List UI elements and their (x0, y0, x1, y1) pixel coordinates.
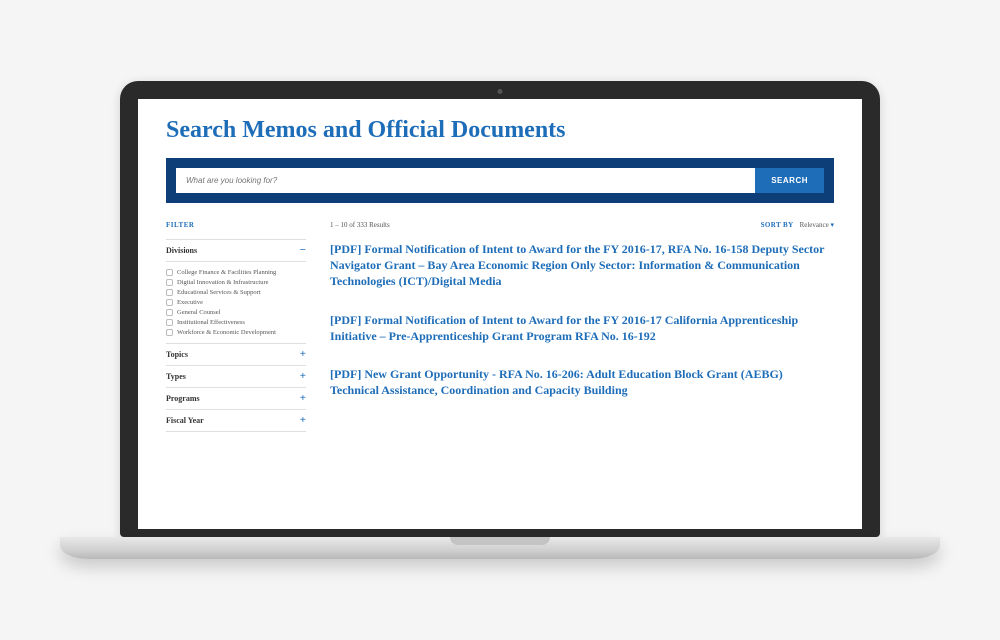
filter-option[interactable]: Executive (166, 297, 306, 307)
plus-icon: + (300, 349, 306, 360)
minus-icon: − (300, 245, 306, 256)
filter-group-label: Types (166, 372, 186, 381)
filter-option[interactable]: Workforce & Economic Development (166, 327, 306, 337)
checkbox-icon (166, 269, 173, 276)
filter-option[interactable]: College Finance & Facilities Planning (166, 267, 306, 277)
result-item: [PDF] Formal Notification of Intent to A… (330, 312, 834, 344)
results-count: 1 – 10 of 333 Results (330, 221, 390, 229)
filter-option[interactable]: Educational Services & Support (166, 287, 306, 297)
laptop-bezel: Search Memos and Official Documents SEAR… (120, 81, 880, 537)
laptop-notch (450, 537, 550, 545)
checkbox-icon (166, 289, 173, 296)
sort-by: SORT BY Relevance ▾ (761, 221, 834, 229)
result-item: [PDF] Formal Notification of Intent to A… (330, 241, 834, 290)
checkbox-icon (166, 299, 173, 306)
filter-option[interactable]: Digital Innovation & Infrastructure (166, 277, 306, 287)
filter-option-label: Executive (177, 299, 203, 306)
search-bar: SEARCH (166, 158, 834, 203)
plus-icon: + (300, 415, 306, 426)
filter-group-header-types[interactable]: Types + (166, 366, 306, 388)
checkbox-icon (166, 319, 173, 326)
filter-option-label: Institutional Effectiveness (177, 319, 245, 326)
results-header: 1 – 10 of 333 Results SORT BY Relevance … (330, 221, 834, 229)
plus-icon: + (300, 371, 306, 382)
page-title: Search Memos and Official Documents (166, 117, 834, 144)
result-link[interactable]: [PDF] Formal Notification of Intent to A… (330, 313, 798, 343)
checkbox-icon (166, 279, 173, 286)
search-input[interactable] (176, 168, 755, 193)
filter-option-label: Workforce & Economic Development (177, 329, 276, 336)
result-item: [PDF] New Grant Opportunity - RFA No. 16… (330, 366, 834, 398)
filter-sidebar: FILTER Divisions − College Finance & Fac… (166, 221, 306, 432)
filter-option-label: General Counsel (177, 309, 221, 316)
chevron-down-icon: ▾ (830, 221, 834, 229)
plus-icon: + (300, 393, 306, 404)
search-button[interactable]: SEARCH (755, 168, 824, 193)
filter-option-label: Digital Innovation & Infrastructure (177, 279, 269, 286)
filter-heading: FILTER (166, 221, 306, 229)
filter-group-label: Divisions (166, 246, 197, 255)
filter-group-header-divisions[interactable]: Divisions − (166, 240, 306, 262)
filter-group-label: Fiscal Year (166, 416, 204, 425)
results-column: 1 – 10 of 333 Results SORT BY Relevance … (330, 221, 834, 432)
laptop-screen: Search Memos and Official Documents SEAR… (138, 99, 862, 529)
result-link[interactable]: [PDF] Formal Notification of Intent to A… (330, 242, 824, 288)
laptop-mockup: Search Memos and Official Documents SEAR… (120, 81, 880, 559)
filter-group-divisions: Divisions − College Finance & Facilities… (166, 239, 306, 344)
laptop-base (60, 537, 940, 559)
sort-by-value: Relevance (800, 221, 829, 229)
filter-group-label: Programs (166, 394, 200, 403)
filter-group-label: Topics (166, 350, 188, 359)
laptop-camera (498, 89, 503, 94)
filter-group-header-fiscal-year[interactable]: Fiscal Year + (166, 410, 306, 432)
filter-group-header-programs[interactable]: Programs + (166, 388, 306, 410)
result-link[interactable]: [PDF] New Grant Opportunity - RFA No. 16… (330, 367, 783, 397)
checkbox-icon (166, 329, 173, 336)
filter-option[interactable]: General Counsel (166, 307, 306, 317)
checkbox-icon (166, 309, 173, 316)
content-row: FILTER Divisions − College Finance & Fac… (166, 221, 834, 432)
filter-option[interactable]: Institutional Effectiveness (166, 317, 306, 327)
page-content: Search Memos and Official Documents SEAR… (138, 99, 862, 432)
filter-option-label: College Finance & Facilities Planning (177, 269, 276, 276)
filter-group-header-topics[interactable]: Topics + (166, 344, 306, 366)
filter-option-label: Educational Services & Support (177, 289, 261, 296)
sort-by-label: SORT BY (761, 221, 794, 229)
sort-by-select[interactable]: Relevance ▾ (800, 221, 834, 229)
filter-options-divisions: College Finance & Facilities Planning Di… (166, 262, 306, 344)
